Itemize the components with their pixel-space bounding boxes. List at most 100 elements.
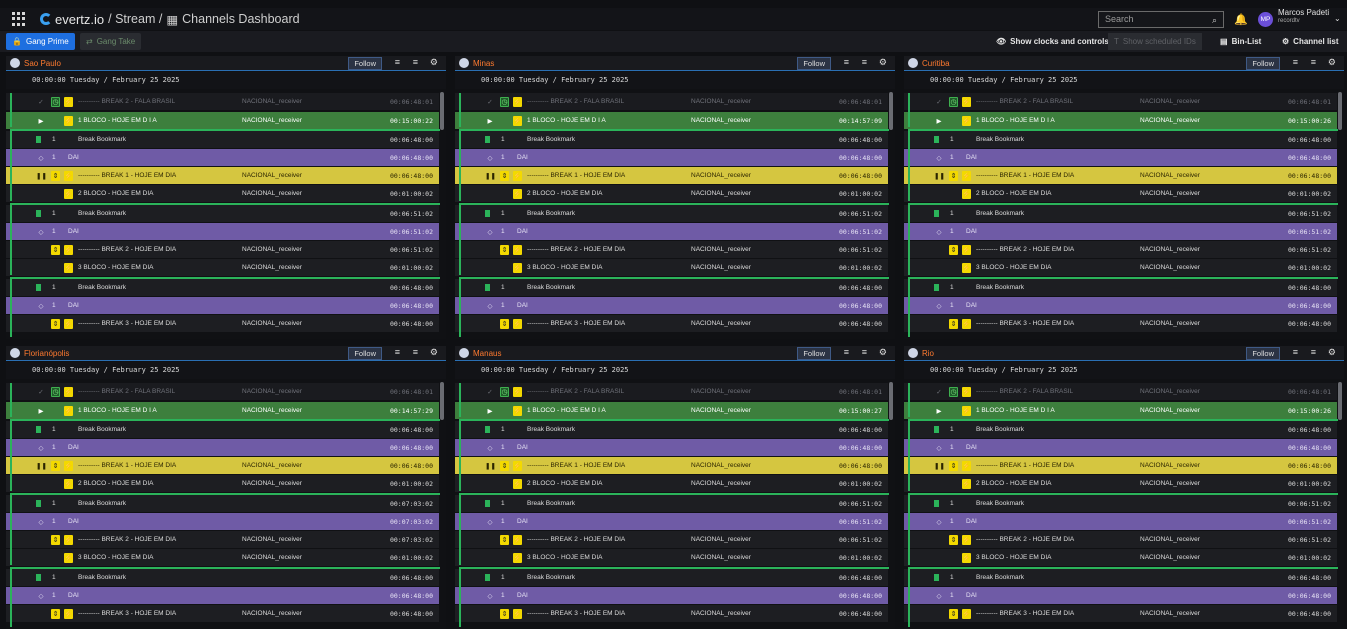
playlist-row[interactable]: ✓ ◷ ⚡ ---------- BREAK 2 - FALA BRASIL NACIO… bbox=[6, 383, 439, 400]
channel-name[interactable]: Manaus bbox=[473, 349, 501, 358]
event-source: NACIONAL_receiver bbox=[242, 98, 302, 105]
gear-icon[interactable]: ⚙ bbox=[1328, 347, 1336, 358]
playlist-row[interactable]: ▶ ⚡ 1 BLOCO - HOJE EM D I A NACIONAL_receiv… bbox=[904, 402, 1337, 419]
page-title: Channels Dashboard bbox=[182, 12, 300, 26]
panel-header: Rio Follow ≡ ≡ ⚙ bbox=[904, 346, 1344, 361]
group-bracket bbox=[10, 129, 440, 201]
playlist-row[interactable]: ✓ ◷ ⚡ ---------- BREAK 2 - FALA BRASIL NACIO… bbox=[455, 383, 888, 400]
lightning-icon: ⚡ bbox=[64, 386, 73, 397]
clock-icon: ◷ bbox=[949, 386, 958, 397]
gear-icon: ⚙ bbox=[1282, 37, 1290, 46]
row-control-icon[interactable]: ▶ bbox=[934, 407, 944, 415]
channel-name[interactable]: Minas bbox=[473, 59, 494, 68]
follow-button[interactable]: Follow bbox=[348, 57, 382, 70]
user-menu[interactable]: Marcos Padeti recordtv bbox=[1278, 9, 1329, 25]
edit-list-icon[interactable]: ≡ bbox=[413, 347, 418, 357]
gear-icon[interactable]: ⚙ bbox=[879, 57, 887, 68]
scrollbar[interactable] bbox=[889, 382, 893, 420]
row-control-icon[interactable]: ✓ bbox=[485, 98, 495, 106]
user-role: recordtv bbox=[1278, 18, 1300, 24]
scrollbar[interactable] bbox=[1338, 92, 1342, 130]
follow-button[interactable]: Follow bbox=[797, 347, 831, 360]
apps-grid-icon[interactable] bbox=[12, 12, 26, 26]
chevron-down-icon[interactable]: ⌄ bbox=[1334, 14, 1341, 23]
row-control-icon[interactable]: ▶ bbox=[36, 117, 46, 125]
playlist-row[interactable]: ✓ ◷ ⚡ ---------- BREAK 2 - FALA BRASIL NACIO… bbox=[6, 93, 439, 110]
gear-icon[interactable]: ⚙ bbox=[430, 347, 438, 358]
lightning-icon: ⚡ bbox=[64, 115, 73, 126]
evertz-logo[interactable]: evertz.io bbox=[40, 12, 104, 27]
channel-name[interactable]: Sao Paulo bbox=[24, 59, 61, 68]
row-control-icon[interactable]: ▶ bbox=[485, 407, 495, 415]
playlist-row[interactable]: ✓ ◷ ⚡ ---------- BREAK 2 - FALA BRASIL NACIO… bbox=[904, 93, 1337, 110]
channel-logo-icon bbox=[908, 58, 918, 68]
playlist-row[interactable]: ▶ ⚡ 1 BLOCO - HOJE EM D I A NACIONAL_receiv… bbox=[6, 402, 439, 419]
row-control-icon[interactable]: ✓ bbox=[934, 98, 944, 106]
follow-button[interactable]: Follow bbox=[348, 347, 382, 360]
channel-name[interactable]: Rio bbox=[922, 349, 934, 358]
toolbar: 🔒 Gang Prime ⇄ Gang Take 👁 Show clocks and … bbox=[0, 31, 1347, 52]
row-control-icon[interactable]: ▶ bbox=[934, 117, 944, 125]
gang-prime-button[interactable]: 🔒 Gang Prime bbox=[6, 33, 75, 50]
scrollbar[interactable] bbox=[1338, 382, 1342, 420]
playlist-row[interactable]: ▶ ⚡ 1 BLOCO - HOJE EM D I A NACIONAL_receiv… bbox=[904, 112, 1337, 129]
row-control-icon[interactable]: ▶ bbox=[485, 117, 495, 125]
edit-list-icon[interactable]: ≡ bbox=[862, 347, 867, 357]
list-icon[interactable]: ≡ bbox=[395, 347, 400, 357]
event-title: 1 BLOCO - HOJE EM D I A bbox=[976, 117, 1055, 124]
event-title: ---------- BREAK 2 - FALA BRASIL bbox=[527, 388, 625, 395]
row-control-icon[interactable]: ✓ bbox=[36, 98, 46, 106]
gear-icon[interactable]: ⚙ bbox=[879, 347, 887, 358]
search-icon[interactable]: ⌕ bbox=[1212, 15, 1217, 26]
channel-logo-icon bbox=[908, 348, 918, 358]
channel-name[interactable]: Florianópolis bbox=[24, 349, 69, 358]
edit-list-icon[interactable]: ≡ bbox=[1311, 57, 1316, 67]
gang-take-button[interactable]: ⇄ Gang Take bbox=[80, 33, 142, 50]
playlist-row[interactable]: ▶ ⚡ 1 BLOCO - HOJE EM D I A NACIONAL_receiv… bbox=[6, 112, 439, 129]
show-scheduled-ids-button[interactable]: T Show scheduled IDs bbox=[1108, 33, 1202, 50]
edit-list-icon[interactable]: ≡ bbox=[862, 57, 867, 67]
playlist-row[interactable]: ▶ ⚡ 1 BLOCO - HOJE EM D I A NACIONAL_receiv… bbox=[455, 112, 888, 129]
list-icon[interactable]: ≡ bbox=[1293, 57, 1298, 67]
group-bracket bbox=[459, 277, 889, 337]
channel-name[interactable]: Curitiba bbox=[922, 59, 950, 68]
show-clocks-button[interactable]: 👁 Show clocks and controls bbox=[990, 33, 1115, 50]
avatar[interactable]: MP bbox=[1258, 12, 1273, 27]
edit-list-icon[interactable]: ≡ bbox=[1311, 347, 1316, 357]
row-control-icon[interactable]: ✓ bbox=[934, 388, 944, 396]
playlist-row[interactable]: ✓ ◷ ⚡ ---------- BREAK 2 - FALA BRASIL NACIO… bbox=[904, 383, 1337, 400]
list-icon[interactable]: ≡ bbox=[1293, 347, 1298, 357]
group-bracket bbox=[459, 129, 889, 201]
scrollbar[interactable] bbox=[889, 92, 893, 130]
gear-icon[interactable]: ⚙ bbox=[430, 57, 438, 68]
breadcrumb[interactable]: / Stream / bbox=[108, 12, 162, 26]
list-icon[interactable]: ≡ bbox=[844, 347, 849, 357]
bell-icon[interactable]: 🔔 bbox=[1234, 13, 1248, 26]
text-icon: T bbox=[1114, 37, 1119, 46]
playlist-row[interactable]: ✓ ◷ ⚡ ---------- BREAK 2 - FALA BRASIL NACIO… bbox=[455, 93, 888, 110]
channel-list-button[interactable]: ⚙ Channel list bbox=[1276, 33, 1345, 50]
edit-list-icon[interactable]: ≡ bbox=[413, 57, 418, 67]
row-control-icon[interactable]: ✓ bbox=[485, 388, 495, 396]
row-control-icon[interactable]: ✓ bbox=[36, 388, 46, 396]
user-name: Marcos Padeti bbox=[1278, 8, 1330, 17]
scrollbar[interactable] bbox=[440, 92, 444, 130]
row-control-icon[interactable]: ▶ bbox=[36, 407, 46, 415]
bin-list-button[interactable]: ▤ Bin-List bbox=[1214, 33, 1267, 50]
event-duration: 00:06:48:01 bbox=[1287, 97, 1331, 106]
brand-name: evertz.io bbox=[55, 11, 105, 27]
channel-panel: Manaus Follow ≡ ≡ ⚙ 00:00:00 Tuesday / F… bbox=[455, 346, 895, 629]
playlist-row[interactable]: ▶ ⚡ 1 BLOCO - HOJE EM D I A NACIONAL_receiv… bbox=[455, 402, 888, 419]
group-bracket bbox=[459, 567, 889, 627]
gear-icon[interactable]: ⚙ bbox=[1328, 57, 1336, 68]
bin-list-icon: ▤ bbox=[1220, 37, 1228, 46]
follow-button[interactable]: Follow bbox=[1246, 347, 1280, 360]
event-duration: 00:14:57:29 bbox=[389, 406, 433, 415]
follow-button[interactable]: Follow bbox=[1246, 57, 1280, 70]
search-input[interactable]: Search ⌕ bbox=[1098, 11, 1224, 28]
follow-button[interactable]: Follow bbox=[797, 57, 831, 70]
channel-logo-icon bbox=[459, 348, 469, 358]
list-icon[interactable]: ≡ bbox=[395, 57, 400, 67]
scrollbar[interactable] bbox=[440, 382, 444, 420]
list-icon[interactable]: ≡ bbox=[844, 57, 849, 67]
